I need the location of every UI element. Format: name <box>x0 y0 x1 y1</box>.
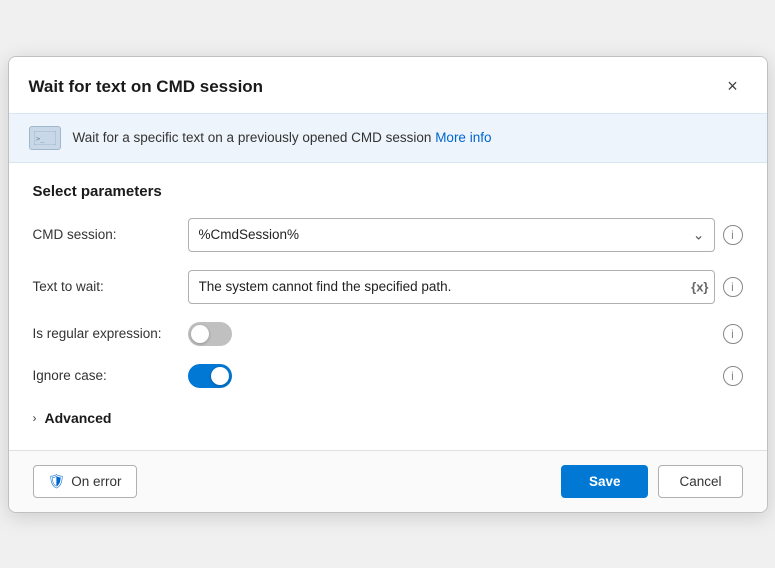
dialog-header: Wait for text on CMD session × <box>9 57 767 113</box>
cmd-session-select-wrap: %CmdSession% ⌄ <box>188 218 715 252</box>
cmd-session-select[interactable]: %CmdSession% <box>188 218 715 252</box>
on-error-button[interactable]: 🛡 On error <box>33 465 137 498</box>
regex-toggle-knob <box>191 325 209 343</box>
advanced-chevron-icon: › <box>33 411 37 425</box>
regex-row: Is regular expression: i <box>33 322 743 346</box>
cmd-session-row: CMD session: %CmdSession% ⌄ i <box>33 218 743 252</box>
svg-text:>_: >_ <box>36 135 45 143</box>
text-to-wait-label: Text to wait: <box>33 279 188 294</box>
cmd-session-label: CMD session: <box>33 227 188 242</box>
text-to-wait-info-icon[interactable]: i <box>723 277 743 297</box>
on-error-label: On error <box>71 474 121 489</box>
ignore-case-control: i <box>188 364 743 388</box>
dialog-footer: 🛡 On error Save Cancel <box>9 450 767 512</box>
dialog-body: Select parameters CMD session: %CmdSessi… <box>9 163 767 450</box>
text-to-wait-row: Text to wait: {x} i <box>33 270 743 304</box>
regex-toggle-container <box>188 322 232 346</box>
cmd-session-info-icon[interactable]: i <box>723 225 743 245</box>
ignore-case-row: Ignore case: i <box>33 364 743 388</box>
ignore-case-toggle-knob <box>211 367 229 385</box>
cancel-button[interactable]: Cancel <box>658 465 742 498</box>
text-to-wait-input[interactable] <box>188 270 715 304</box>
ignore-case-toggle-container <box>188 364 232 388</box>
regex-toggle[interactable] <box>188 322 232 346</box>
more-info-link[interactable]: More info <box>435 130 491 145</box>
section-title: Select parameters <box>33 183 743 200</box>
text-to-wait-input-wrap: {x} <box>188 270 715 304</box>
advanced-label: Advanced <box>45 410 112 426</box>
cmd-session-control: %CmdSession% ⌄ i <box>188 218 743 252</box>
dialog-title: Wait for text on CMD session <box>29 77 264 97</box>
save-button[interactable]: Save <box>561 465 649 498</box>
regex-info-icon[interactable]: i <box>723 324 743 344</box>
regex-control: i <box>188 322 743 346</box>
info-banner: >_ Wait for a specific text on a previou… <box>9 113 767 163</box>
ignore-case-toggle[interactable] <box>188 364 232 388</box>
cmd-icon: >_ <box>29 126 61 150</box>
dialog-container: Wait for text on CMD session × >_ Wait f… <box>8 56 768 513</box>
variable-button[interactable]: {x} <box>691 279 708 294</box>
ignore-case-label: Ignore case: <box>33 368 188 383</box>
close-button[interactable]: × <box>719 73 747 101</box>
banner-text: Wait for a specific text on a previously… <box>73 130 492 145</box>
regex-label: Is regular expression: <box>33 326 188 341</box>
footer-right: Save Cancel <box>561 465 743 498</box>
text-to-wait-control: {x} i <box>188 270 743 304</box>
shield-icon: 🛡 <box>48 473 66 490</box>
ignore-case-info-icon[interactable]: i <box>723 366 743 386</box>
advanced-section[interactable]: › Advanced <box>33 406 743 430</box>
